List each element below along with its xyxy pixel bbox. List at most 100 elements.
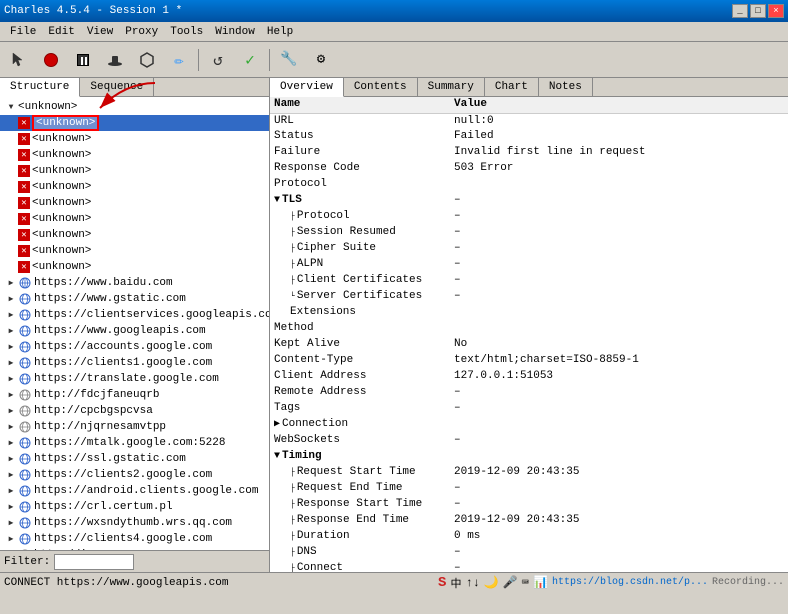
table-row: Remote Address – [270, 385, 788, 401]
row-value: – [450, 385, 788, 401]
tree-item-googleapis-www[interactable]: ▶ https://www.googleapis.com [0, 323, 269, 339]
tree-item-mtalk[interactable]: ▶ https://mtalk.google.com:5228 [0, 435, 269, 451]
menu-proxy[interactable]: Proxy [119, 24, 164, 40]
globe-http-icon [18, 388, 32, 402]
table-row: ├Response Start Time – [270, 497, 788, 513]
globe-icon [18, 292, 32, 306]
row-value: – [450, 209, 788, 225]
row-value: No [450, 337, 788, 353]
table-row: Method [270, 321, 788, 337]
row-label: ▼Timing [270, 449, 450, 465]
tree-group-unknown[interactable]: ▼ <unknown> [0, 99, 269, 115]
menu-file[interactable]: File [4, 24, 42, 40]
tree-item-clients1-google[interactable]: ▶ https://clients1.google.com [0, 355, 269, 371]
check-button[interactable]: ✓ [235, 46, 265, 74]
table-row: ├Cipher Suite – [270, 241, 788, 257]
pointer-tool-button[interactable] [4, 46, 34, 74]
table-row: Content-Type text/html;charset=ISO-8859-… [270, 353, 788, 369]
tree-item-unknown-2[interactable]: ✕ <unknown> [0, 131, 269, 147]
wrench-button[interactable]: 🔧 [274, 46, 304, 74]
row-label: ├Response Start Time [270, 497, 450, 513]
status-bar: CONNECT https://www.googleapis.com S 中 ↑… [0, 572, 788, 592]
menu-edit[interactable]: Edit [42, 24, 80, 40]
tree-item-android-clients[interactable]: ▶ https://android.clients.google.com [0, 483, 269, 499]
tab-structure[interactable]: Structure [0, 78, 80, 97]
stop-button[interactable] [68, 46, 98, 74]
maximize-button[interactable]: □ [750, 4, 766, 18]
globe-icon [18, 276, 32, 290]
tree-item-translate-google[interactable]: ▶ https://translate.google.com [0, 371, 269, 387]
table-row: ├Duration 0 ms [270, 529, 788, 545]
tree-item-unknown-3[interactable]: ✕ <unknown> [0, 147, 269, 163]
row-label: Extensions [270, 305, 450, 321]
tree-item-unknown-5[interactable]: ✕ <unknown> [0, 179, 269, 195]
refresh-button[interactable]: ↺ [203, 46, 233, 74]
status-icon-chinese: 中 [450, 575, 461, 591]
tab-chart[interactable]: Chart [485, 78, 539, 96]
error-icon: ✕ [18, 245, 30, 257]
row-label: Content-Type [270, 353, 450, 369]
tab-overview[interactable]: Overview [270, 78, 344, 97]
tree-item-accounts-google[interactable]: ▶ https://accounts.google.com [0, 339, 269, 355]
tree-area[interactable]: ▼ <unknown> ✕ <unknown> ✕ <unknown> ✕ <u… [0, 97, 269, 550]
tab-sequence[interactable]: Sequence [80, 78, 154, 96]
tree-item-wxsnd[interactable]: ▶ https://wxsndythumb.wrs.qq.com [0, 515, 269, 531]
error-icon: ✕ [18, 149, 30, 161]
row-label: URL [270, 113, 450, 129]
table-row: ├Request End Time – [270, 481, 788, 497]
status-text-url: https://blog.csdn.net/p... [552, 577, 708, 588]
tree-item-njqr[interactable]: ▶ http://njqrnesamvtpp [0, 419, 269, 435]
row-value: – [450, 241, 788, 257]
expand-icon [4, 116, 18, 130]
tab-contents[interactable]: Contents [344, 78, 418, 96]
tree-item-clients2[interactable]: ▶ https://clients2.google.com [0, 467, 269, 483]
row-label: └Server Certificates [270, 289, 450, 305]
globe-icon [18, 484, 32, 498]
tree-item-unknown-6[interactable]: ✕ <unknown> [0, 195, 269, 211]
tree-item-unknown-8[interactable]: ✕ <unknown> [0, 227, 269, 243]
tab-summary[interactable]: Summary [418, 78, 485, 96]
tree-item-unknown-7[interactable]: ✕ <unknown> [0, 211, 269, 227]
tree-item-unknown-1[interactable]: ✕ <unknown> [0, 115, 269, 131]
tree-item-crl-certum[interactable]: ▶ https://crl.certum.pl [0, 499, 269, 515]
tree-item-unknown-9[interactable]: ✕ <unknown> [0, 243, 269, 259]
hex-button[interactable] [132, 46, 162, 74]
error-icon: ✕ [18, 261, 30, 273]
close-button[interactable]: × [768, 4, 784, 18]
row-value [450, 177, 788, 193]
table-row: ├Request Start Time 2019-12-09 20:43:35 [270, 465, 788, 481]
table-row: URL null:0 [270, 113, 788, 129]
menu-tools[interactable]: Tools [164, 24, 209, 40]
detail-table: Name Value URL null:0 Status Failed Fail… [270, 97, 788, 572]
tree-item-cpcb[interactable]: ▶ http://cpcbgspcvsa [0, 403, 269, 419]
tree-item-googleapis-cs[interactable]: ▶ https://clientservices.googleapis.com [0, 307, 269, 323]
tree-item-unknown-10[interactable]: ✕ <unknown> [0, 259, 269, 275]
tree-item-unknown-4[interactable]: ✕ <unknown> [0, 163, 269, 179]
row-label: ├Session Resumed [270, 225, 450, 241]
tree-item-fdcj[interactable]: ▶ http://fdcjfaneuqrb [0, 387, 269, 403]
minimize-button[interactable]: _ [732, 4, 748, 18]
error-icon: ✕ [18, 165, 30, 177]
table-row: Tags – [270, 401, 788, 417]
expand-icon [4, 164, 18, 178]
menu-help[interactable]: Help [261, 24, 299, 40]
row-value: – [450, 225, 788, 241]
settings-button[interactable]: ⚙ [306, 46, 336, 74]
row-value: – [450, 193, 788, 209]
hat-button[interactable] [100, 46, 130, 74]
record-button[interactable] [36, 46, 66, 74]
pencil-button[interactable]: ✏ [164, 46, 194, 74]
menu-view[interactable]: View [81, 24, 119, 40]
filter-input[interactable] [54, 554, 134, 570]
tree-item-clients4[interactable]: ▶ https://clients4.google.com [0, 531, 269, 547]
menu-window[interactable]: Window [209, 24, 261, 40]
tree-item-ssl-gstatic[interactable]: ▶ https://ssl.gstatic.com [0, 451, 269, 467]
row-value: 2019-12-09 20:43:35 [450, 513, 788, 529]
tree-item-baidu[interactable]: ▶ https://www.baidu.com [0, 275, 269, 291]
row-label: ▶Connection [270, 417, 450, 433]
row-label: Status [270, 129, 450, 145]
table-row: Client Address 127.0.0.1:51053 [270, 369, 788, 385]
row-value [450, 321, 788, 337]
tab-notes[interactable]: Notes [539, 78, 593, 96]
tree-item-gstatic[interactable]: ▶ https://www.gstatic.com [0, 291, 269, 307]
